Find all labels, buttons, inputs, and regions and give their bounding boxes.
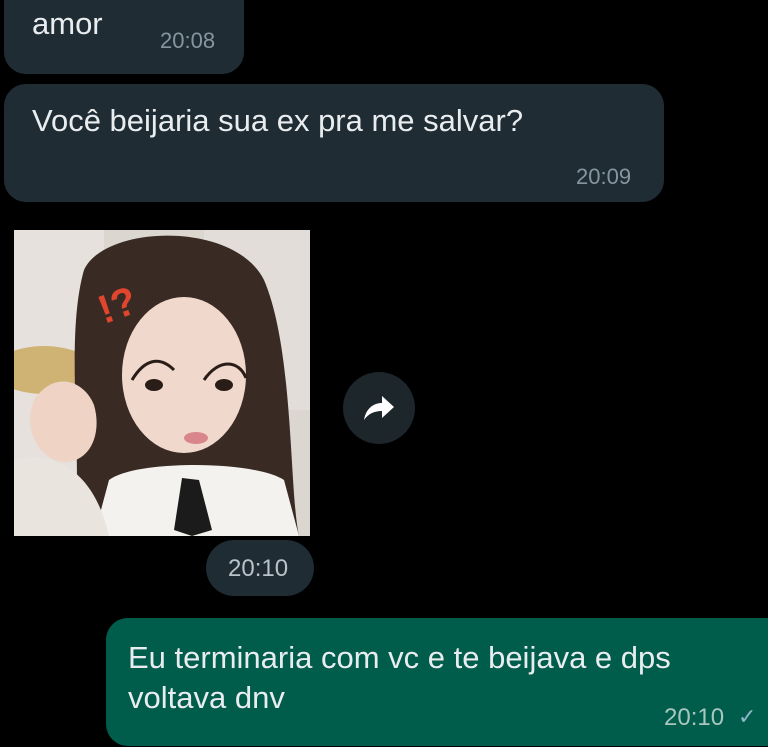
- image-time-chip: 20:10: [206, 540, 314, 596]
- message-time: 20:09: [576, 164, 632, 189]
- message-time: 20:10: [228, 555, 289, 582]
- message-text: Você beijaria sua ex pra me salvar?: [32, 103, 524, 138]
- image-message[interactable]: !?: [14, 230, 310, 536]
- message-bubble-reply[interactable]: Eu terminaria com vc e te beijava e dps …: [106, 618, 768, 746]
- message-time: 20:08: [160, 28, 216, 53]
- forward-arrow-icon: [364, 396, 394, 420]
- photo-illustration: !?: [14, 230, 310, 536]
- message-text: amor: [32, 6, 103, 41]
- forward-button[interactable]: [343, 372, 415, 444]
- message-time: 20:10: [664, 704, 725, 731]
- message-bubble-amor[interactable]: amor 20:08: [4, 0, 244, 74]
- message-bubble-question[interactable]: Você beijaria sua ex pra me salvar? 20:0…: [4, 84, 664, 202]
- sent-check-icon: ✓: [738, 704, 757, 729]
